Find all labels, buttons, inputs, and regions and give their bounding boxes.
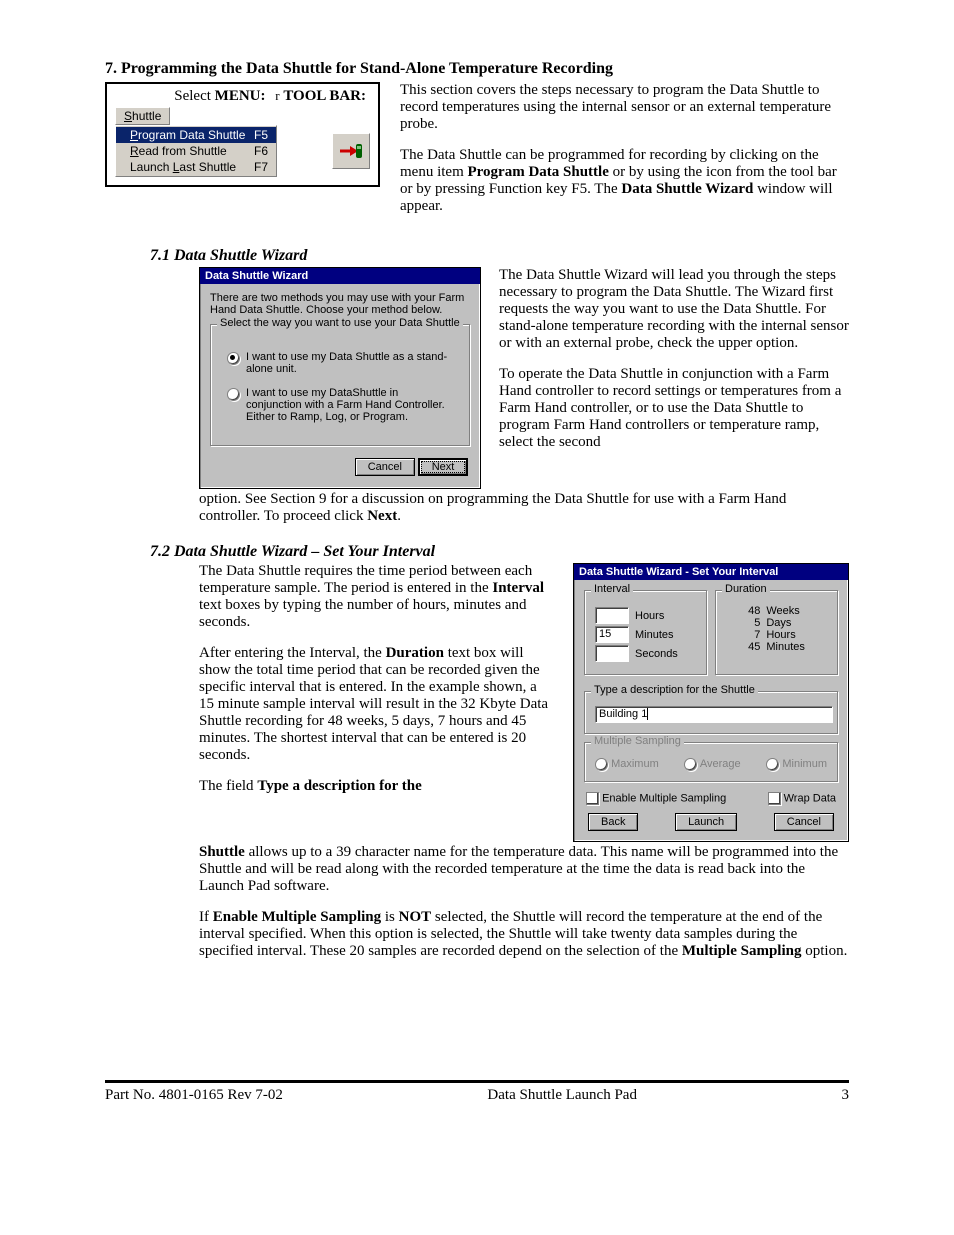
wizard1-intro: There are two methods you may use with y… <box>210 292 470 316</box>
duration-groupbox: Duration 48Weeks 5Days 7Hours 45Minutes <box>715 590 838 675</box>
option-label: I want to use my Data Shuttle as a stand… <box>246 351 453 375</box>
footer-right: 3 <box>841 1087 849 1104</box>
para-71b: To operate the Data Shuttle in conjuncti… <box>499 366 849 451</box>
interval-group-title: Interval <box>591 583 633 595</box>
para-71-continuation: option. See Section 9 for a discussion o… <box>199 491 849 525</box>
minutes-label: Minutes <box>635 629 674 641</box>
seconds-row: Seconds <box>595 645 696 662</box>
interval-groupbox: Interval Hours 15 Minutes Seconds <box>584 590 707 675</box>
wizard2-launch-button[interactable]: Launch <box>675 813 737 831</box>
footer-mid: Data Shuttle Launch Pad <box>487 1087 637 1104</box>
shuttle-arrow-icon <box>338 140 364 162</box>
toolbar-icon-button[interactable] <box>332 133 370 169</box>
days-value: 5 <box>726 617 760 629</box>
minutes-label: Minutes <box>766 641 827 653</box>
weeks-label: Weeks <box>766 605 827 617</box>
wizard1-option-standalone[interactable]: I want to use my Data Shuttle as a stand… <box>227 351 453 375</box>
accel: F6 <box>254 144 268 158</box>
para-72-below-a: Shuttle allows up to a 39 character name… <box>199 844 849 895</box>
para-72c: The field Type a description for the <box>199 778 555 795</box>
option-label: I want to use my DataShuttle in conjunct… <box>246 387 453 423</box>
para-72-below-b: If Enable Multiple Sampling is NOT selec… <box>199 909 849 960</box>
hours-label: Hours <box>635 610 664 622</box>
shuttle-dropdown: Program Data ShuttleF5 Read from Shuttle… <box>115 125 277 177</box>
duration-group-title: Duration <box>722 583 770 595</box>
description-groupbox: Type a description for the Shuttle Build… <box>584 691 838 734</box>
ms-group-title: Multiple Sampling <box>591 735 684 747</box>
wizard2-cancel-button[interactable]: Cancel <box>774 813 834 831</box>
days-label: Days <box>766 617 827 629</box>
menu-word: MENU: <box>215 88 266 104</box>
radio-icon <box>227 352 240 365</box>
hours-input[interactable] <box>595 607 629 624</box>
seconds-label: Seconds <box>635 648 678 660</box>
toolbar-word: TOOL BAR: <box>283 88 366 104</box>
menu-figure: Select MENU: r TOOL BAR: Shuttle Program… <box>105 82 380 187</box>
para-72a: The Data Shuttle requires the time perio… <box>199 563 555 631</box>
wizard1-cancel-button[interactable]: Cancel <box>355 458 415 476</box>
shuttle-menu-button[interactable]: Shuttle <box>115 107 170 125</box>
minutes-input[interactable]: 15 <box>595 626 629 643</box>
wizard1-titlebar: Data Shuttle Wizard <box>200 268 480 284</box>
menu-figure-header: Select MENU: r TOOL BAR: <box>115 88 370 107</box>
para-71a: The Data Shuttle Wizard will lead you th… <box>499 267 849 352</box>
select-label: Select <box>174 88 214 104</box>
intro-paragraph-2: The Data Shuttle can be programmed for r… <box>400 147 849 215</box>
ms-opt-avg[interactable]: Average <box>684 757 740 771</box>
wizard1-group-title: Select the way you want to use your Data… <box>217 317 463 329</box>
menu-item-read[interactable]: Read from ShuttleF6 <box>116 143 276 159</box>
wizard-dialog-1: Data Shuttle Wizard There are two method… <box>199 267 481 489</box>
menu-item-program[interactable]: Program Data ShuttleF5 <box>116 127 276 143</box>
accel: F7 <box>254 160 268 174</box>
footer-left: Part No. 4801-0165 Rev 7-02 <box>105 1087 283 1104</box>
seconds-input[interactable] <box>595 645 629 662</box>
wizard2-titlebar: Data Shuttle Wizard - Set Your Interval <box>574 564 848 580</box>
wizard-dialog-2: Data Shuttle Wizard - Set Your Interval … <box>573 563 849 842</box>
hours-label: Hours <box>766 629 827 641</box>
description-input[interactable]: Building 1​ <box>595 706 833 723</box>
multiple-sampling-groupbox: Multiple Sampling Maximum Average Minimu… <box>584 742 838 782</box>
minutes-row: 15 Minutes <box>595 626 696 643</box>
wizard1-next-button[interactable]: Next <box>418 458 468 476</box>
accel: F5 <box>254 128 268 142</box>
ms-opt-min[interactable]: Minimum <box>766 757 827 771</box>
ms-opt-max[interactable]: Maximum <box>595 757 659 771</box>
minutes-value: 45 <box>726 641 760 653</box>
hours-row: Hours <box>595 607 696 624</box>
section-heading: 7. Programming the Data Shuttle for Stan… <box>105 60 849 78</box>
description-group-title: Type a description for the Shuttle <box>591 684 758 696</box>
subheading-7-1: 7.1 Data Shuttle Wizard <box>150 247 849 265</box>
hours-value: 7 <box>726 629 760 641</box>
wrap-data-checkbox[interactable]: Wrap Data <box>768 792 836 805</box>
intro-paragraph-1: This section covers the steps necessary … <box>400 82 849 133</box>
page-footer: Part No. 4801-0165 Rev 7-02 Data Shuttle… <box>105 1080 849 1104</box>
menu-item-launch[interactable]: Launch Last ShuttleF7 <box>116 159 276 175</box>
wizard1-option-controller[interactable]: I want to use my DataShuttle in conjunct… <box>227 387 453 423</box>
weeks-value: 48 <box>726 605 760 617</box>
subheading-7-2: 7.2 Data Shuttle Wizard – Set Your Inter… <box>150 543 849 561</box>
or-label: r <box>275 88 279 103</box>
enable-ms-checkbox[interactable]: Enable Multiple Sampling <box>586 792 726 805</box>
para-72b: After entering the Interval, the Duratio… <box>199 645 555 764</box>
wizard2-back-button[interactable]: Back <box>588 813 638 831</box>
wizard1-groupbox: Select the way you want to use your Data… <box>210 324 470 446</box>
radio-icon <box>227 388 240 401</box>
